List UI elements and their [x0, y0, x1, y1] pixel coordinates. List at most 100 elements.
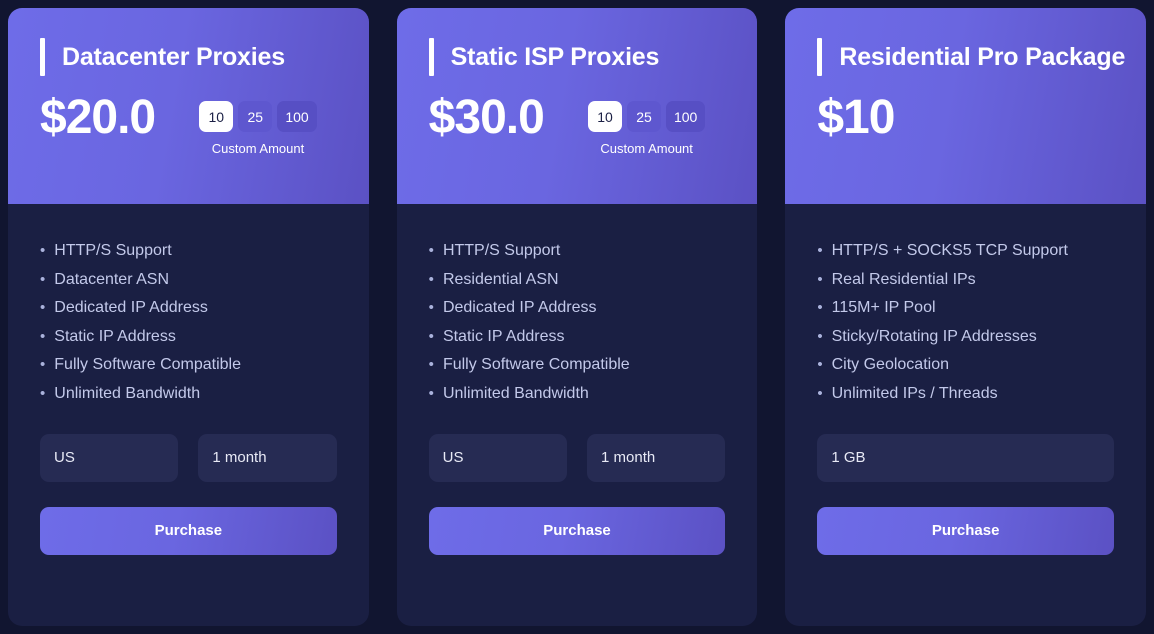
- price-row: $10: [817, 92, 1114, 144]
- feature-list: • HTTP/S Support • Residential ASN • Dedicate…: [429, 242, 726, 403]
- accent-bar-icon: [40, 38, 45, 76]
- bullet-icon: •: [40, 242, 46, 259]
- feature-item: • Unlimited Bandwidth: [429, 385, 726, 403]
- bullet-icon: •: [817, 327, 823, 345]
- feature-item: • Static IP Address: [40, 328, 337, 346]
- card-title: Residential Pro Package: [839, 42, 1126, 71]
- select-duration[interactable]: 1 month: [198, 433, 337, 482]
- quantity-option-100[interactable]: 100: [665, 101, 706, 132]
- card-header: Datacenter Proxies $20.0 10 25 100 Custom Amo…: [8, 8, 369, 204]
- feature-item: • Datacenter ASN: [40, 271, 337, 289]
- pricing-card: Datacenter Proxies $20.0 10 25 100 Custom Amo…: [8, 8, 369, 626]
- feature-label: HTTP/S + SOCKS5 TCP Support: [831, 242, 1068, 259]
- bullet-icon: •: [817, 299, 823, 316]
- custom-amount-label: Custom Amount: [600, 141, 693, 156]
- quantity-option-10[interactable]: 10: [587, 101, 622, 132]
- feature-item: • Fully Software Compatible: [429, 356, 726, 374]
- bullet-icon: •: [428, 270, 434, 288]
- select-bandwidth[interactable]: 1 GB: [817, 433, 1115, 482]
- quantity-button-group: 10 25 100: [199, 101, 317, 132]
- quantity-option-100[interactable]: 100: [277, 101, 317, 132]
- card-title: Datacenter Proxies: [62, 42, 285, 71]
- price-value: $20.0: [40, 91, 156, 144]
- bullet-icon: •: [40, 384, 46, 402]
- quantity-selector: 10 25 100 Custom Amount: [587, 101, 706, 156]
- price-value: $30.0: [428, 91, 545, 144]
- pricing-card: Residential Pro Package $10 • HTTP/S + SOCK…: [785, 8, 1147, 626]
- feature-list: • HTTP/S Support • Datacenter ASN • Dedicated…: [40, 242, 337, 403]
- accent-bar-icon: [428, 38, 434, 76]
- purchase-button[interactable]: Purchase: [40, 506, 337, 555]
- bullet-icon: •: [40, 299, 46, 316]
- feature-label: Unlimited IPs / Threads: [831, 384, 998, 402]
- card-title-row: Datacenter Proxies: [40, 38, 337, 76]
- feature-label: Sticky/Rotating IP Addresses: [831, 327, 1037, 345]
- feature-label: Unlimited Bandwidth: [54, 384, 201, 402]
- price-value: $10: [817, 91, 895, 144]
- feature-list: • HTTP/S + SOCKS5 TCP Support • Real Reside…: [817, 242, 1114, 403]
- card-title: Static ISP Proxies: [450, 42, 660, 71]
- bullet-icon: •: [40, 270, 46, 288]
- feature-label: Dedicated IP Address: [442, 299, 597, 316]
- purchase-button[interactable]: Purchase: [817, 506, 1115, 555]
- feature-item: • Static IP Address: [429, 328, 726, 346]
- bullet-icon: •: [817, 384, 823, 402]
- bullet-icon: •: [40, 327, 46, 345]
- feature-item: • Unlimited IPs / Threads: [817, 385, 1114, 403]
- feature-item: • HTTP/S + SOCKS5 TCP Support: [817, 242, 1114, 260]
- card-body: • HTTP/S Support • Datacenter ASN • Dedicated…: [8, 204, 369, 626]
- bullet-icon: •: [428, 327, 434, 345]
- select-region[interactable]: US: [428, 433, 568, 482]
- feature-label: Real Residential IPs: [831, 270, 976, 288]
- select-duration[interactable]: 1 month: [587, 433, 726, 482]
- quantity-option-10[interactable]: 10: [199, 101, 234, 132]
- bullet-icon: •: [817, 270, 823, 288]
- select-row: 1 GB: [817, 433, 1115, 482]
- bullet-icon: •: [817, 242, 823, 259]
- select-row: US 1 month: [40, 433, 337, 482]
- bullet-icon: •: [40, 356, 46, 373]
- custom-amount-label: Custom Amount: [211, 141, 305, 156]
- feature-label: City Geolocation: [831, 356, 949, 373]
- feature-item: • 115M+ IP Pool: [817, 299, 1114, 317]
- bullet-icon: •: [817, 356, 823, 373]
- bullet-icon: •: [428, 384, 434, 402]
- card-title-row: Residential Pro Package: [817, 38, 1125, 76]
- quantity-selector: 10 25 100 Custom Amount: [199, 101, 317, 156]
- feature-item: • Real Residential IPs: [817, 271, 1114, 289]
- select-row: US 1 month: [428, 433, 726, 482]
- price-row: $30.0 10 25 100 Custom Amount: [429, 92, 726, 156]
- feature-item: • City Geolocation: [817, 356, 1114, 374]
- pricing-card: Static ISP Proxies $30.0 10 25 100 Custom Amo…: [396, 8, 758, 626]
- feature-item: • Sticky/Rotating IP Addresses: [817, 328, 1114, 346]
- feature-label: HTTP/S Support: [54, 242, 172, 259]
- feature-label: HTTP/S Support: [442, 242, 561, 259]
- card-header: Residential Pro Package $10: [785, 8, 1147, 204]
- feature-label: Dedicated IP Address: [54, 299, 208, 316]
- feature-label: Fully Software Compatible: [442, 356, 630, 373]
- feature-label: Residential ASN: [442, 270, 559, 288]
- price-row: $20.0 10 25 100 Custom Amount: [40, 92, 337, 156]
- feature-item: • Dedicated IP Address: [40, 299, 337, 317]
- card-header: Static ISP Proxies $30.0 10 25 100 Custom Amo…: [396, 8, 758, 204]
- feature-label: 115M+ IP Pool: [831, 299, 936, 316]
- feature-item: • Fully Software Compatible: [40, 356, 337, 374]
- pricing-cards-container: Datacenter Proxies $20.0 10 25 100 Custom Amo…: [0, 0, 1154, 634]
- quantity-option-25[interactable]: 25: [626, 101, 661, 132]
- feature-item: • Residential ASN: [429, 271, 726, 289]
- feature-item: • Unlimited Bandwidth: [40, 385, 337, 403]
- card-title-row: Static ISP Proxies: [428, 38, 726, 76]
- purchase-button[interactable]: Purchase: [428, 506, 726, 555]
- card-body: • HTTP/S + SOCKS5 TCP Support • Real Reside…: [785, 204, 1146, 626]
- feature-item: • HTTP/S Support: [40, 242, 337, 260]
- feature-label: Static IP Address: [442, 327, 565, 345]
- quantity-button-group: 10 25 100: [587, 101, 706, 132]
- feature-item: • HTTP/S Support: [429, 242, 726, 260]
- quantity-option-25[interactable]: 25: [238, 101, 273, 132]
- accent-bar-icon: [817, 38, 823, 76]
- bullet-icon: •: [428, 356, 434, 373]
- feature-label: Datacenter ASN: [54, 270, 169, 288]
- select-region[interactable]: US: [40, 433, 179, 482]
- card-body: • HTTP/S Support • Residential ASN • Dedicate…: [397, 204, 758, 626]
- feature-item: • Dedicated IP Address: [429, 299, 726, 317]
